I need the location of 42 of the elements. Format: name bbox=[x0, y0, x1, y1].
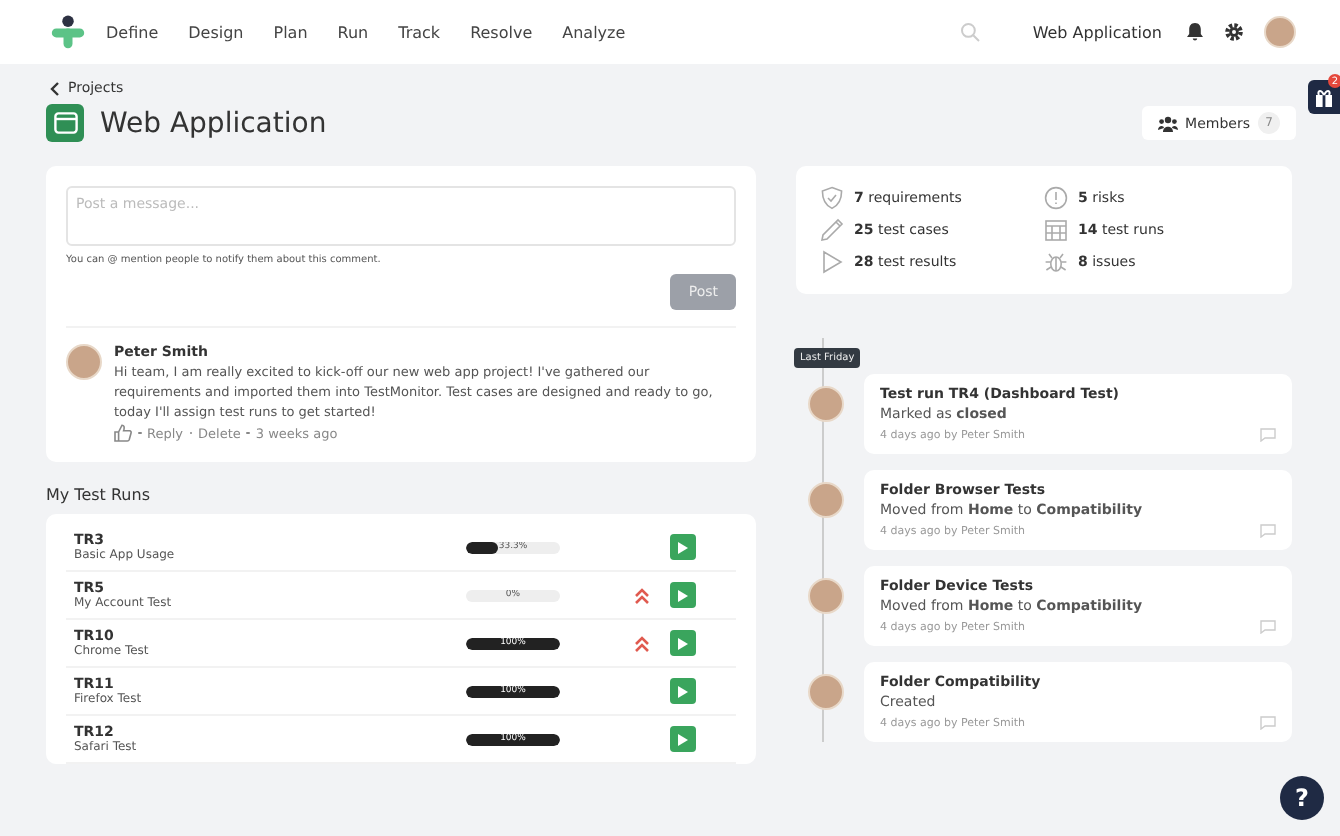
help-button[interactable]: ? bbox=[1280, 776, 1324, 820]
shield-icon bbox=[820, 186, 844, 210]
people-icon bbox=[1157, 115, 1178, 131]
pencil-icon bbox=[820, 218, 844, 242]
user-avatar bbox=[808, 674, 844, 710]
calendar-icon bbox=[1044, 218, 1068, 242]
play-icon bbox=[678, 637, 688, 649]
user-avatar bbox=[808, 482, 844, 518]
run-button[interactable] bbox=[670, 726, 696, 752]
logo-icon[interactable] bbox=[50, 14, 86, 50]
page-title: Web Application bbox=[100, 107, 327, 139]
project-selector[interactable]: Web Application bbox=[1032, 23, 1162, 41]
run-button[interactable] bbox=[670, 534, 696, 560]
run-button[interactable] bbox=[670, 678, 696, 704]
gift-icon bbox=[1314, 87, 1334, 107]
nav-link[interactable]: Track bbox=[398, 23, 441, 41]
play-icon bbox=[678, 733, 688, 745]
run-button[interactable] bbox=[670, 582, 696, 608]
user-avatar bbox=[66, 344, 102, 380]
nav-link[interactable]: Analyze bbox=[562, 23, 626, 41]
settings-icon[interactable] bbox=[1224, 22, 1244, 42]
section-title: My Test Runs bbox=[46, 486, 152, 504]
thumbs-up-icon[interactable] bbox=[114, 424, 132, 442]
nav-link[interactable]: Plan bbox=[273, 23, 308, 41]
nav-link[interactable]: Define bbox=[106, 23, 159, 41]
nav-link[interactable]: Run bbox=[337, 23, 369, 41]
bell-icon[interactable] bbox=[1186, 22, 1204, 42]
search-icon[interactable] bbox=[960, 22, 981, 42]
nav-link[interactable]: Design bbox=[188, 23, 244, 41]
user-avatar bbox=[808, 386, 844, 422]
play-icon bbox=[820, 250, 844, 274]
user-avatar[interactable] bbox=[1264, 16, 1296, 48]
play-icon bbox=[678, 541, 688, 553]
play-icon bbox=[678, 685, 688, 697]
bug-icon bbox=[1044, 250, 1068, 274]
nav-link[interactable]: Resolve bbox=[470, 23, 533, 41]
browser-window-icon bbox=[46, 104, 84, 142]
user-avatar bbox=[808, 578, 844, 614]
run-button[interactable] bbox=[670, 630, 696, 656]
chevron-left-icon bbox=[50, 81, 60, 95]
play-icon bbox=[678, 589, 688, 601]
exclamation-circle-icon bbox=[1044, 186, 1068, 210]
